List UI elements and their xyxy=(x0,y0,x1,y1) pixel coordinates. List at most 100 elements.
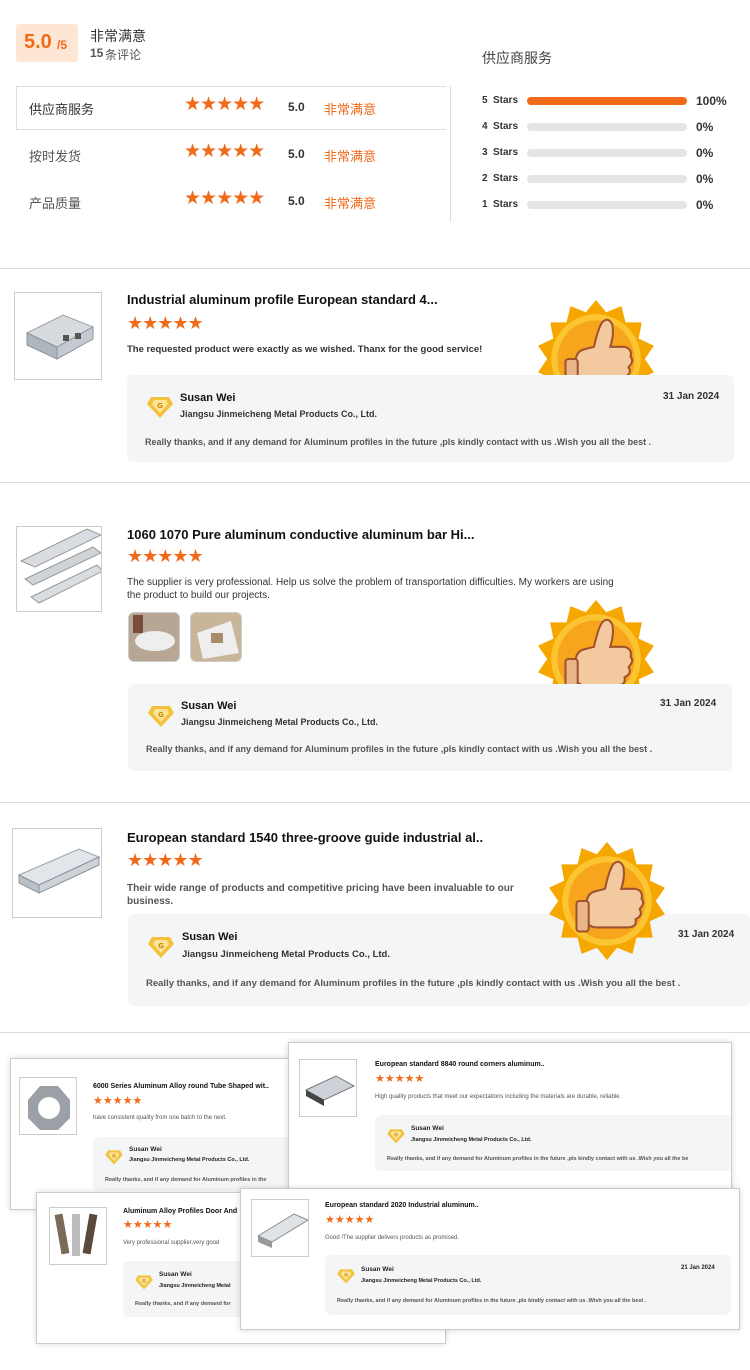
review-product-title: European standard 8840 round corners alu… xyxy=(375,1061,545,1068)
dist-star-count: 1 xyxy=(482,199,488,210)
reply-text: Really thanks, and if any demand for Alu… xyxy=(387,1156,689,1162)
rating-score: 5.0 xyxy=(288,100,305,114)
dist-percent: 0% xyxy=(696,198,714,212)
rating-label: 按时发货 xyxy=(29,149,82,164)
product-image xyxy=(299,1059,357,1117)
dist-star-label: Stars xyxy=(493,147,519,158)
seller-reply: Susan Wei Jiangsu Jinmeicheng Metal Prod… xyxy=(325,1255,731,1315)
review-stars: ★★★★★ xyxy=(127,546,204,566)
dist-percent: 100% xyxy=(696,94,727,108)
reply-date: 31 Jan 2024 xyxy=(663,391,720,402)
reply-company: Jiangsu Jinmeicheng Metal Products Co., … xyxy=(181,717,379,727)
door-profile-image xyxy=(54,1213,98,1256)
review-product-title[interactable]: Industrial aluminum profile European sta… xyxy=(127,292,438,307)
dist-percent: 0% xyxy=(696,120,714,134)
review-count-unit: 条评论 xyxy=(105,48,142,62)
rating-label: 供应商服务 xyxy=(29,102,95,117)
dist-bar-track xyxy=(527,123,687,131)
dist-star-label: Stars xyxy=(493,173,519,184)
review-photo-image xyxy=(129,613,179,661)
rating-stars: ★★★★★ xyxy=(184,188,265,209)
review-text: have consistent quality from one batch t… xyxy=(93,1115,227,1121)
reply-name: Susan Wei xyxy=(181,700,237,712)
aluminum-profile-image xyxy=(304,1075,356,1106)
reply-date: 31 Jan 2024 xyxy=(660,698,717,709)
overall-score-max: /5 xyxy=(57,38,68,52)
product-image xyxy=(251,1199,309,1257)
aluminum-profile-image xyxy=(256,1213,308,1248)
reply-name: Susan Wei xyxy=(411,1125,444,1132)
review-stars: ★★★★★ xyxy=(123,1219,173,1231)
review-text: Very professional supplier,very good xyxy=(123,1240,220,1246)
seller-reply: Susan Wei Jiangsu Jinmeicheng Metal Prod… xyxy=(128,684,732,771)
review-text: Good !The supplier delivers products as … xyxy=(325,1235,460,1241)
distribution-title: 供应商服务 xyxy=(482,50,552,66)
seller-badge-icon xyxy=(387,1128,405,1144)
review-stars: ★★★★★ xyxy=(375,1073,425,1085)
aluminum-profile-image xyxy=(25,314,95,360)
seller-badge-icon xyxy=(148,704,174,728)
rating-divider xyxy=(450,86,451,222)
reply-text: Really thanks, and if any demand for Alu… xyxy=(146,744,653,754)
review-photo[interactable] xyxy=(190,612,242,662)
product-image xyxy=(49,1207,107,1265)
dist-star-count: 4 xyxy=(482,121,488,132)
product-image[interactable] xyxy=(16,526,102,612)
product-image xyxy=(19,1077,77,1135)
review-count: 15 xyxy=(90,46,104,60)
reply-name: Susan Wei xyxy=(182,931,238,943)
review-photo[interactable] xyxy=(128,612,180,662)
seller-badge-icon xyxy=(135,1274,153,1290)
reply-date: 21 Jan 2024 xyxy=(681,1265,715,1271)
seller-reply: Susan Wei Jiangsu Jinmeicheng Metal Prod… xyxy=(375,1115,731,1171)
reply-text: Really thanks, and if any demand for Alu… xyxy=(145,437,652,447)
rating-text: 非常满意 xyxy=(324,102,377,117)
section-divider xyxy=(0,1032,750,1033)
section-divider xyxy=(0,802,750,803)
reply-company: Jiangsu Jinmeicheng Metal Products Co., … xyxy=(361,1278,482,1284)
review-text: Their wide range of products and competi… xyxy=(127,883,514,907)
reply-company: Jiangsu Jinmeicheng Metal Products Co., … xyxy=(182,949,390,960)
review-card[interactable]: European standard 8840 round corners alu… xyxy=(288,1042,732,1194)
rating-label: 产品质量 xyxy=(29,196,82,211)
dist-bar-track xyxy=(527,175,687,183)
seller-badge-icon xyxy=(337,1268,355,1284)
product-image[interactable] xyxy=(12,828,102,918)
seller-badge-icon xyxy=(147,395,173,419)
seller-badge-icon xyxy=(105,1149,123,1165)
review-product-title[interactable]: European standard 1540 three-groove guid… xyxy=(127,830,483,845)
rating-text: 非常满意 xyxy=(324,149,377,164)
dist-bar-track xyxy=(527,149,687,157)
dist-percent: 0% xyxy=(696,146,714,160)
dist-bar-fill xyxy=(527,97,687,105)
reply-date: 31 Jan 2024 xyxy=(678,929,735,940)
rating-score: 5.0 xyxy=(288,147,305,161)
product-image[interactable] xyxy=(14,292,102,380)
review-photo-image xyxy=(191,613,241,661)
rating-score: 5.0 xyxy=(288,194,305,208)
dist-star-count: 5 xyxy=(482,95,488,106)
review-card[interactable]: European standard 2020 Industrial alumin… xyxy=(240,1188,740,1330)
seller-reply: Susan Wei Jiangsu Jinmeicheng Metal Prod… xyxy=(127,375,734,462)
seller-badge-icon xyxy=(148,935,174,959)
dist-percent: 0% xyxy=(696,172,714,186)
review-stars: ★★★★★ xyxy=(127,313,204,333)
rating-stars: ★★★★★ xyxy=(184,141,265,162)
review-stars: ★★★★★ xyxy=(325,1214,375,1226)
round-tube-image xyxy=(28,1086,70,1130)
rating-text: 非常满意 xyxy=(324,196,377,211)
reply-name: Susan Wei xyxy=(129,1146,162,1153)
review-text: The requested product were exactly as we… xyxy=(127,344,483,355)
review-product-title[interactable]: 1060 1070 Pure aluminum conductive alumi… xyxy=(127,527,475,542)
rating-stars: ★★★★★ xyxy=(184,94,265,115)
seller-reply: Susan Wei Jiangsu Jinmeicheng Metal Prod… xyxy=(93,1137,309,1191)
reply-company: Jiangsu Jinmeicheng Metal Products Co., … xyxy=(180,409,378,419)
dist-star-label: Stars xyxy=(493,121,519,132)
dist-star-count: 2 xyxy=(482,173,488,184)
reply-name: Susan Wei xyxy=(159,1271,192,1278)
guide-rail-image xyxy=(17,848,101,894)
reply-name: Susan Wei xyxy=(180,392,236,404)
reply-text: Really thanks, and if any demand for xyxy=(135,1301,231,1307)
dist-bar-track xyxy=(527,201,687,209)
overall-label: 非常满意 xyxy=(90,28,146,44)
